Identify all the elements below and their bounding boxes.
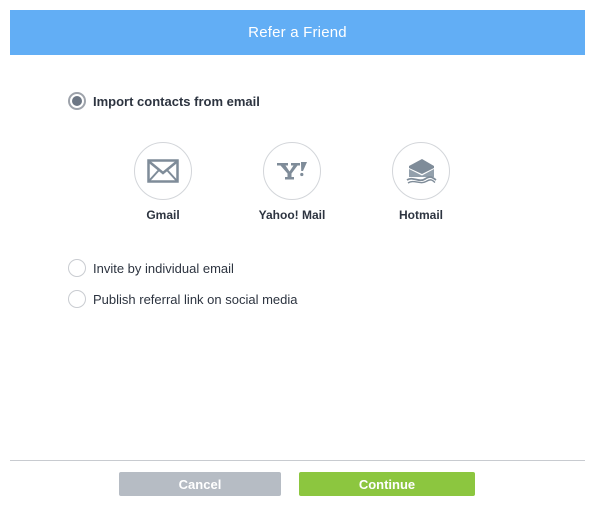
provider-hotmail-circle[interactable]	[392, 142, 450, 200]
provider-gmail-circle[interactable]	[134, 142, 192, 200]
footer-divider	[10, 460, 585, 461]
option-individual-email[interactable]: Invite by individual email	[68, 259, 234, 277]
provider-gmail-label: Gmail	[146, 208, 180, 222]
option-import-contacts-label: Import contacts from email	[93, 93, 260, 109]
provider-gmail[interactable]: Gmail	[113, 142, 213, 222]
dialog-title: Refer a Friend	[248, 24, 347, 41]
option-social-media-label: Publish referral link on social media	[93, 291, 298, 307]
option-import-contacts[interactable]: Import contacts from email	[68, 92, 260, 110]
refer-dialog: Refer a Friend Import contacts from emai…	[0, 0, 595, 517]
provider-hotmail-label: Hotmail	[398, 208, 443, 222]
envelope-icon	[147, 159, 179, 183]
dialog-header: Refer a Friend	[10, 10, 585, 55]
continue-button[interactable]: Continue	[299, 472, 475, 496]
provider-yahoo-label: Yahoo! Mail	[258, 208, 326, 222]
yahoo-icon	[277, 162, 307, 180]
provider-yahoo-circle[interactable]	[263, 142, 321, 200]
option-individual-email-label: Invite by individual email	[93, 260, 234, 276]
option-social-media[interactable]: Publish referral link on social media	[68, 290, 297, 308]
cancel-button[interactable]: Cancel	[119, 472, 281, 496]
radio-import-contacts[interactable]	[68, 92, 86, 110]
provider-yahoo[interactable]: Yahoo! Mail	[242, 142, 342, 222]
provider-hotmail[interactable]: Hotmail	[371, 142, 471, 222]
radio-individual-email[interactable]	[68, 259, 86, 277]
radio-social-media[interactable]	[68, 290, 86, 308]
hotmail-icon	[406, 159, 437, 184]
